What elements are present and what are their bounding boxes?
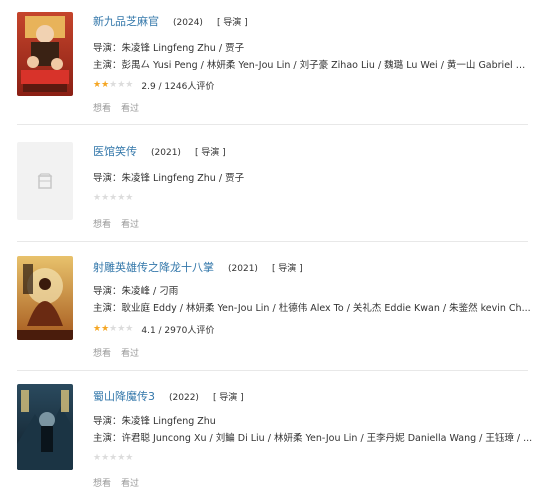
wish-button[interactable]: 想看	[93, 220, 111, 230]
director-names[interactable]: 朱凌锋 Lingfeng Zhu / 贾子	[122, 173, 245, 184]
movie-title-link[interactable]: 射雕英雄传之降龙十八掌	[93, 261, 214, 274]
director-line: 导演：朱凌锋 Lingfeng Zhu / 贾子	[93, 170, 533, 184]
movie-year: (2021)	[228, 264, 258, 274]
director-line: 导演：朱凌锋 Lingfeng Zhu / 贾子	[93, 40, 533, 54]
poster-image[interactable]	[17, 384, 73, 470]
director-line: 导演：朱凌锋 Lingfeng Zhu	[93, 413, 533, 427]
cast-line: 主演：许君聪 Juncong Xu / 刘鳊 Di Liu / 林妍柔 Yen-…	[93, 430, 533, 444]
role-badge: [ 导演 ]	[212, 393, 244, 403]
divider	[17, 241, 528, 242]
movie-title-link[interactable]: 医馆笑传	[93, 145, 137, 158]
wish-button[interactable]: 想看	[93, 349, 111, 359]
wish-button[interactable]: 想看	[93, 479, 111, 489]
poster-image[interactable]	[17, 12, 73, 96]
divider	[17, 370, 528, 371]
placeholder-poster-icon[interactable]	[17, 142, 73, 220]
director-line: 导演：朱凌峰 / 刁雨	[93, 283, 533, 297]
poster-image[interactable]	[17, 256, 73, 340]
movie-year: (2024)	[173, 18, 203, 28]
director-label: 导演：	[93, 286, 122, 297]
seen-button[interactable]: 看过	[121, 349, 139, 359]
movie-title-link[interactable]: 新九品芝麻官	[93, 15, 159, 28]
wish-button[interactable]: 想看	[93, 104, 111, 114]
rating-row: ★★★★★	[93, 194, 133, 203]
title-row: 射雕英雄传之降龙十八掌 (2021) [ 导演 ]	[93, 259, 303, 275]
rating-row: ★★★★★ 2.9 / 1246人评价	[93, 79, 215, 93]
actions: 想看 看过	[93, 101, 149, 114]
cast-label: 主演：	[93, 60, 122, 71]
cast-names[interactable]: 许君聪 Juncong Xu / 刘鳊 Di Liu / 林妍柔 Yen-Jou…	[122, 433, 533, 444]
role-badge: [ 导演 ]	[271, 264, 303, 274]
movie-title-link[interactable]: 蜀山降魔传3	[93, 390, 155, 403]
cast-names[interactable]: 彭禺厶 Yusi Peng / 林妍柔 Yen-Jou Lin / 刘子豪 Zi…	[122, 60, 533, 71]
rating-stars: ★★★★★	[93, 80, 134, 90]
seen-button[interactable]: 看过	[121, 220, 139, 230]
title-row: 医馆笑传 (2021) [ 导演 ]	[93, 143, 226, 159]
divider	[17, 124, 528, 125]
cast-label: 主演：	[93, 433, 122, 444]
actions: 想看 看过	[93, 346, 149, 359]
rating-row: ★★★★★ 4.1 / 2970人评价	[93, 323, 215, 337]
role-badge: [ 导演 ]	[216, 18, 248, 28]
rating-text: 4.1 / 2970人评价	[141, 326, 215, 336]
title-row: 蜀山降魔传3 (2022) [ 导演 ]	[93, 388, 244, 404]
seen-button[interactable]: 看过	[121, 104, 139, 114]
actions: 想看 看过	[93, 476, 149, 489]
director-names[interactable]: 朱凌锋 Lingfeng Zhu	[122, 416, 216, 427]
role-badge: [ 导演 ]	[194, 148, 226, 158]
cast-label: 主演：	[93, 303, 122, 314]
movie-year: (2022)	[169, 393, 199, 403]
movie-year: (2021)	[151, 148, 181, 158]
cast-names[interactable]: 耿业庭 Eddy / 林妍柔 Yen-Jou Lin / 杜德伟 Alex To…	[122, 303, 531, 314]
director-label: 导演：	[93, 173, 122, 184]
cast-line: 主演：耿业庭 Eddy / 林妍柔 Yen-Jou Lin / 杜德伟 Alex…	[93, 300, 533, 314]
director-label: 导演：	[93, 416, 122, 427]
director-names[interactable]: 朱凌锋 Lingfeng Zhu / 贾子	[122, 43, 245, 54]
actions: 想看 看过	[93, 217, 149, 230]
rating-stars: ★★★★★	[93, 324, 134, 334]
rating-row: ★★★★★	[93, 454, 133, 463]
rating-stars: ★★★★★	[93, 193, 134, 203]
title-row: 新九品芝麻官 (2024) [ 导演 ]	[93, 13, 248, 29]
cast-line: 主演：彭禺厶 Yusi Peng / 林妍柔 Yen-Jou Lin / 刘子豪…	[93, 57, 533, 71]
director-label: 导演：	[93, 43, 122, 54]
seen-button[interactable]: 看过	[121, 479, 139, 489]
rating-text: 2.9 / 1246人评价	[141, 82, 215, 92]
rating-stars: ★★★★★	[93, 453, 134, 463]
director-names[interactable]: 朱凌峰 / 刁雨	[122, 286, 179, 297]
